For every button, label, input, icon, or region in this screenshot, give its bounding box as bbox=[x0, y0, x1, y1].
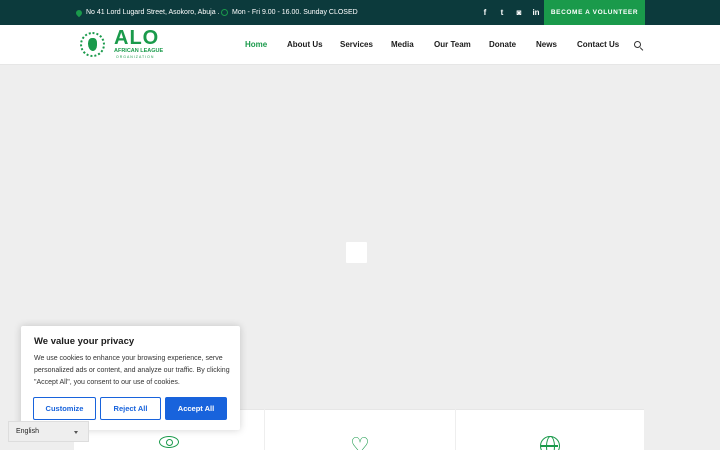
location-pin-icon bbox=[74, 8, 84, 17]
eye-icon bbox=[159, 436, 179, 448]
twitter-icon[interactable]: t bbox=[498, 8, 506, 17]
flickr-icon[interactable]: ◙ bbox=[515, 8, 523, 17]
nav-item-media[interactable]: Media bbox=[391, 40, 414, 49]
top-bar: No 41 Lord Lugard Street, Asokoro, Abuja… bbox=[0, 0, 720, 25]
address-info: No 41 Lord Lugard Street, Asokoro, Abuja… bbox=[74, 0, 220, 25]
nav-item-about-us[interactable]: About Us bbox=[287, 40, 323, 49]
address-text: No 41 Lord Lugard Street, Asokoro, Abuja… bbox=[86, 9, 220, 16]
nav-item-news[interactable]: News bbox=[536, 40, 557, 49]
nav-item-home[interactable]: Home bbox=[245, 40, 267, 49]
main-header: ALO AFRICAN LEAGUE ORGANIZATION Home Abo… bbox=[0, 25, 720, 65]
cookie-title: We value your privacy bbox=[34, 336, 135, 347]
accept-all-button[interactable]: Accept All bbox=[165, 397, 227, 420]
chevron-down-icon bbox=[74, 431, 78, 434]
nav-item-contact-us[interactable]: Contact Us bbox=[577, 40, 619, 49]
customize-button[interactable]: Customize bbox=[33, 397, 96, 420]
clock-icon bbox=[221, 9, 228, 16]
hours-text: Mon - Fri 9.00 - 16.00. Sunday CLOSED bbox=[232, 9, 358, 16]
nav-item-our-team[interactable]: Our Team bbox=[434, 40, 471, 49]
nav-item-services[interactable]: Services bbox=[340, 40, 373, 49]
language-selected: English bbox=[16, 428, 39, 435]
linkedin-icon[interactable]: in bbox=[532, 8, 540, 17]
globe-icon bbox=[540, 436, 560, 450]
heart-icon: ♡ bbox=[350, 433, 370, 450]
language-select[interactable]: English bbox=[8, 421, 89, 442]
main-nav: Home About Us Services Media Our Team Do… bbox=[0, 25, 720, 65]
become-volunteer-button[interactable]: BECOME A VOLUNTEER bbox=[544, 0, 645, 25]
hours-info: Mon - Fri 9.00 - 16.00. Sunday CLOSED bbox=[221, 0, 358, 25]
loading-spinner bbox=[346, 242, 367, 263]
feature-card-care[interactable]: ♡ bbox=[265, 409, 455, 450]
nav-item-donate[interactable]: Donate bbox=[489, 40, 516, 49]
facebook-icon[interactable]: f bbox=[481, 8, 489, 17]
reject-all-button[interactable]: Reject All bbox=[100, 397, 161, 420]
feature-card-global[interactable] bbox=[456, 409, 644, 450]
cookie-body: We use cookies to enhance your browsing … bbox=[34, 355, 230, 386]
search-icon[interactable] bbox=[634, 41, 641, 48]
cookie-consent-dialog: We value your privacy We use cookies to … bbox=[21, 326, 240, 430]
social-links: f t ◙ in bbox=[481, 0, 540, 25]
